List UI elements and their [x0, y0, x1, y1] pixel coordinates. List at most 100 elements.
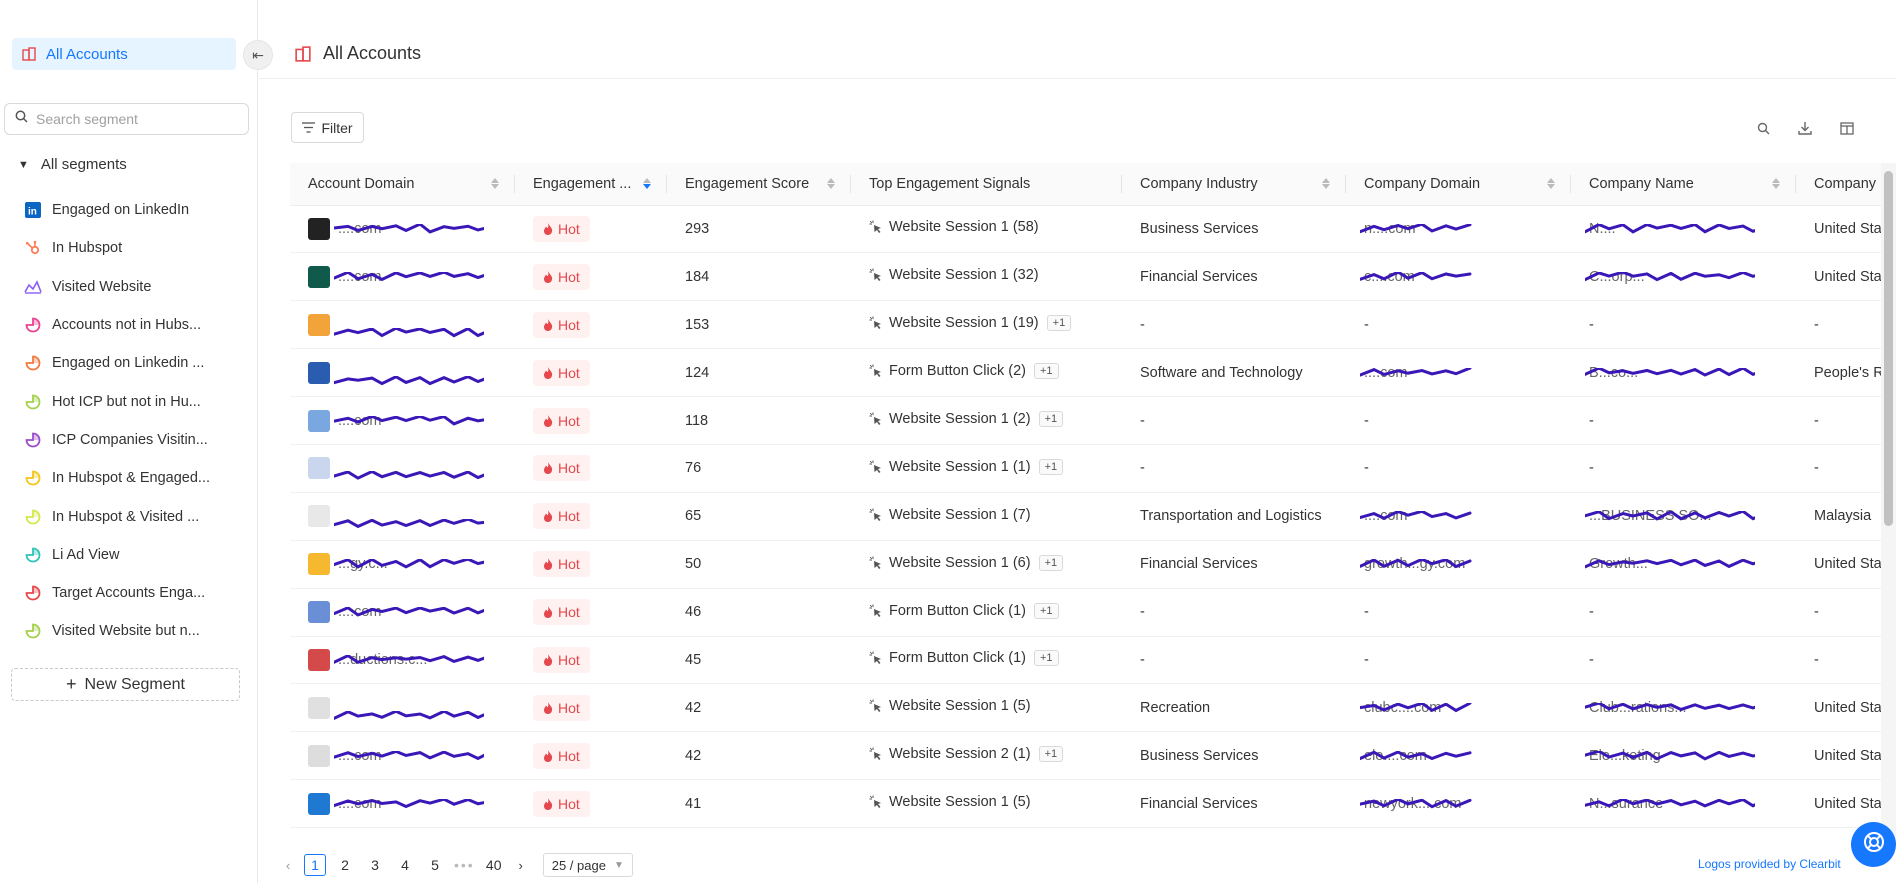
- table-row[interactable]: ...ductions.c... Hot 45 Form Button Clic…: [290, 636, 1896, 684]
- page-number[interactable]: 2: [334, 854, 356, 876]
- sort-icon[interactable]: [827, 178, 835, 189]
- more-signals-badge[interactable]: +1: [1034, 363, 1059, 379]
- filter-button[interactable]: Filter: [291, 112, 364, 143]
- sort-icon[interactable]: [1547, 178, 1555, 189]
- account-domain-cell[interactable]: ....com: [290, 253, 515, 301]
- sort-icon[interactable]: [1322, 178, 1330, 189]
- table-row[interactable]: ....com Hot 41 Website Session 1 (5) Fin…: [290, 780, 1896, 828]
- cursor-click-icon: [869, 795, 883, 809]
- column-header[interactable]: Engagement ...: [515, 163, 667, 205]
- table-row[interactable]: ....com Hot 46 Form Button Click (1) +1 -…: [290, 588, 1896, 636]
- page-number[interactable]: 1: [304, 854, 326, 876]
- svg-text:in: in: [28, 207, 37, 218]
- table-row[interactable]: ....com Hot 293 Website Session 1 (58) B…: [290, 205, 1896, 253]
- next-page-icon[interactable]: ›: [513, 858, 529, 873]
- sort-icon[interactable]: [1772, 178, 1780, 189]
- account-domain-cell[interactable]: ....com: [290, 732, 515, 780]
- segment-search[interactable]: [4, 103, 249, 135]
- table-row[interactable]: ...gy.c... Hot 50 Website Session 1 (6) +…: [290, 540, 1896, 588]
- page-last[interactable]: 40: [483, 854, 505, 876]
- pie-icon: [24, 469, 42, 487]
- columns-icon[interactable]: [1838, 119, 1856, 137]
- sort-icon[interactable]: [643, 178, 651, 189]
- company_domain-text: n....com: [1364, 221, 1416, 237]
- table-row[interactable]: Hot 153 Website Session 1 (19) +1 - - - -: [290, 301, 1896, 349]
- table-row[interactable]: Hot 42 Website Session 1 (5) Recreation …: [290, 684, 1896, 732]
- logos-credit-link[interactable]: Logos provided by Clearbit: [1698, 857, 1841, 871]
- account-domain-cell[interactable]: [290, 444, 515, 492]
- column-header-label: Company Name: [1589, 176, 1694, 192]
- sidebar-segment-item[interactable]: in Engaged on LinkedIn: [24, 191, 210, 229]
- table-row[interactable]: Hot 124 Form Button Click (2) +1 Software…: [290, 349, 1896, 397]
- pagination: ‹ 12345 ••• 40 › 25 / page ▼: [280, 853, 633, 877]
- signal-text: Website Session 1 (58): [889, 219, 1039, 235]
- download-icon[interactable]: [1796, 119, 1814, 137]
- search-icon[interactable]: [1754, 119, 1772, 137]
- column-header[interactable]: Company Industry: [1122, 163, 1346, 205]
- account-domain-cell[interactable]: [290, 684, 515, 732]
- account-domain-cell[interactable]: ...ductions.c...: [290, 636, 515, 684]
- column-header[interactable]: Account Domain: [290, 163, 515, 205]
- table-row[interactable]: ....com Hot 118 Website Session 1 (2) +1 …: [290, 397, 1896, 445]
- help-button[interactable]: [1851, 822, 1896, 867]
- more-signals-badge[interactable]: +1: [1039, 555, 1064, 571]
- column-header[interactable]: Company Domain: [1346, 163, 1571, 205]
- column-header[interactable]: Top Engagement Signals: [851, 163, 1122, 205]
- sidebar-segment-item[interactable]: In Hubspot & Engaged...: [24, 459, 210, 497]
- table-row[interactable]: Hot 65 Website Session 1 (7) Transportat…: [290, 492, 1896, 540]
- page-size-select[interactable]: 25 / page ▼: [543, 853, 633, 877]
- column-header[interactable]: Engagement Score: [667, 163, 851, 205]
- scrollbar-thumb[interactable]: [1884, 171, 1893, 526]
- account-domain-cell[interactable]: ....com: [290, 780, 515, 828]
- segment-label: Visited Website but n...: [52, 623, 200, 639]
- page-number[interactable]: 5: [424, 854, 446, 876]
- more-signals-badge[interactable]: +1: [1034, 650, 1059, 666]
- sidebar-segment-item[interactable]: Target Accounts Enga...: [24, 574, 210, 612]
- pagination-ellipsis[interactable]: •••: [454, 857, 475, 873]
- hot-badge: Hot: [533, 599, 590, 625]
- page-number[interactable]: 4: [394, 854, 416, 876]
- account-domain-cell[interactable]: [290, 492, 515, 540]
- page-number[interactable]: 3: [364, 854, 386, 876]
- sidebar-segment-item[interactable]: In Hubspot: [24, 229, 210, 267]
- table-row[interactable]: ....com Hot 184 Website Session 1 (32) F…: [290, 253, 1896, 301]
- vertical-scrollbar[interactable]: [1881, 163, 1896, 845]
- all-segments-toggle[interactable]: ▼ All segments: [18, 156, 127, 173]
- account-domain-cell[interactable]: [290, 349, 515, 397]
- domain-text: ....com: [338, 269, 382, 285]
- collapse-sidebar-button[interactable]: ⇤: [243, 40, 273, 70]
- sort-icon[interactable]: [491, 178, 499, 189]
- column-header[interactable]: Company Name: [1571, 163, 1796, 205]
- more-signals-badge[interactable]: +1: [1039, 459, 1064, 475]
- search-segment-input[interactable]: [36, 111, 236, 127]
- sidebar-segment-item[interactable]: In Hubspot & Visited ...: [24, 497, 210, 535]
- account-domain-cell[interactable]: [290, 301, 515, 349]
- account-domain-cell[interactable]: ....com: [290, 397, 515, 445]
- more-signals-badge[interactable]: +1: [1034, 603, 1059, 619]
- sidebar-segment-item[interactable]: Accounts not in Hubs...: [24, 306, 210, 344]
- sidebar-segment-item[interactable]: Hot ICP but not in Hu...: [24, 382, 210, 420]
- account-domain-cell[interactable]: ....com: [290, 205, 515, 253]
- prev-page-icon[interactable]: ‹: [280, 858, 296, 873]
- new-segment-button[interactable]: + New Segment: [11, 668, 240, 701]
- sidebar-segment-item[interactable]: Li Ad View: [24, 536, 210, 574]
- account-domain-cell[interactable]: ....com: [290, 588, 515, 636]
- company-domain-text: -: [1364, 413, 1369, 429]
- sidebar-segment-item[interactable]: Visited Website: [24, 268, 210, 306]
- sidebar-segment-item[interactable]: ICP Companies Visitin...: [24, 421, 210, 459]
- signal-text: Website Session 1 (1): [889, 459, 1031, 475]
- sidebar-item-all-accounts[interactable]: All Accounts: [12, 38, 236, 70]
- table-row[interactable]: Hot 76 Website Session 1 (1) +1 - - - -: [290, 444, 1896, 492]
- sidebar-item-label: All Accounts: [46, 46, 128, 63]
- sidebar-segment-item[interactable]: Visited Website but n...: [24, 612, 210, 650]
- table-row[interactable]: ....com Hot 42 Website Session 2 (1) +1 B…: [290, 732, 1896, 780]
- sidebar-segment-item[interactable]: Engaged on Linkedin ...: [24, 344, 210, 382]
- company-name-text: -: [1589, 317, 1594, 333]
- account-domain-cell[interactable]: ...gy.c...: [290, 540, 515, 588]
- more-signals-badge[interactable]: +1: [1047, 315, 1072, 331]
- segment-label: Target Accounts Enga...: [52, 585, 205, 601]
- redaction-scribble: [334, 328, 484, 340]
- more-signals-badge[interactable]: +1: [1039, 411, 1064, 427]
- cursor-click-icon: [869, 220, 883, 234]
- more-signals-badge[interactable]: +1: [1039, 746, 1064, 762]
